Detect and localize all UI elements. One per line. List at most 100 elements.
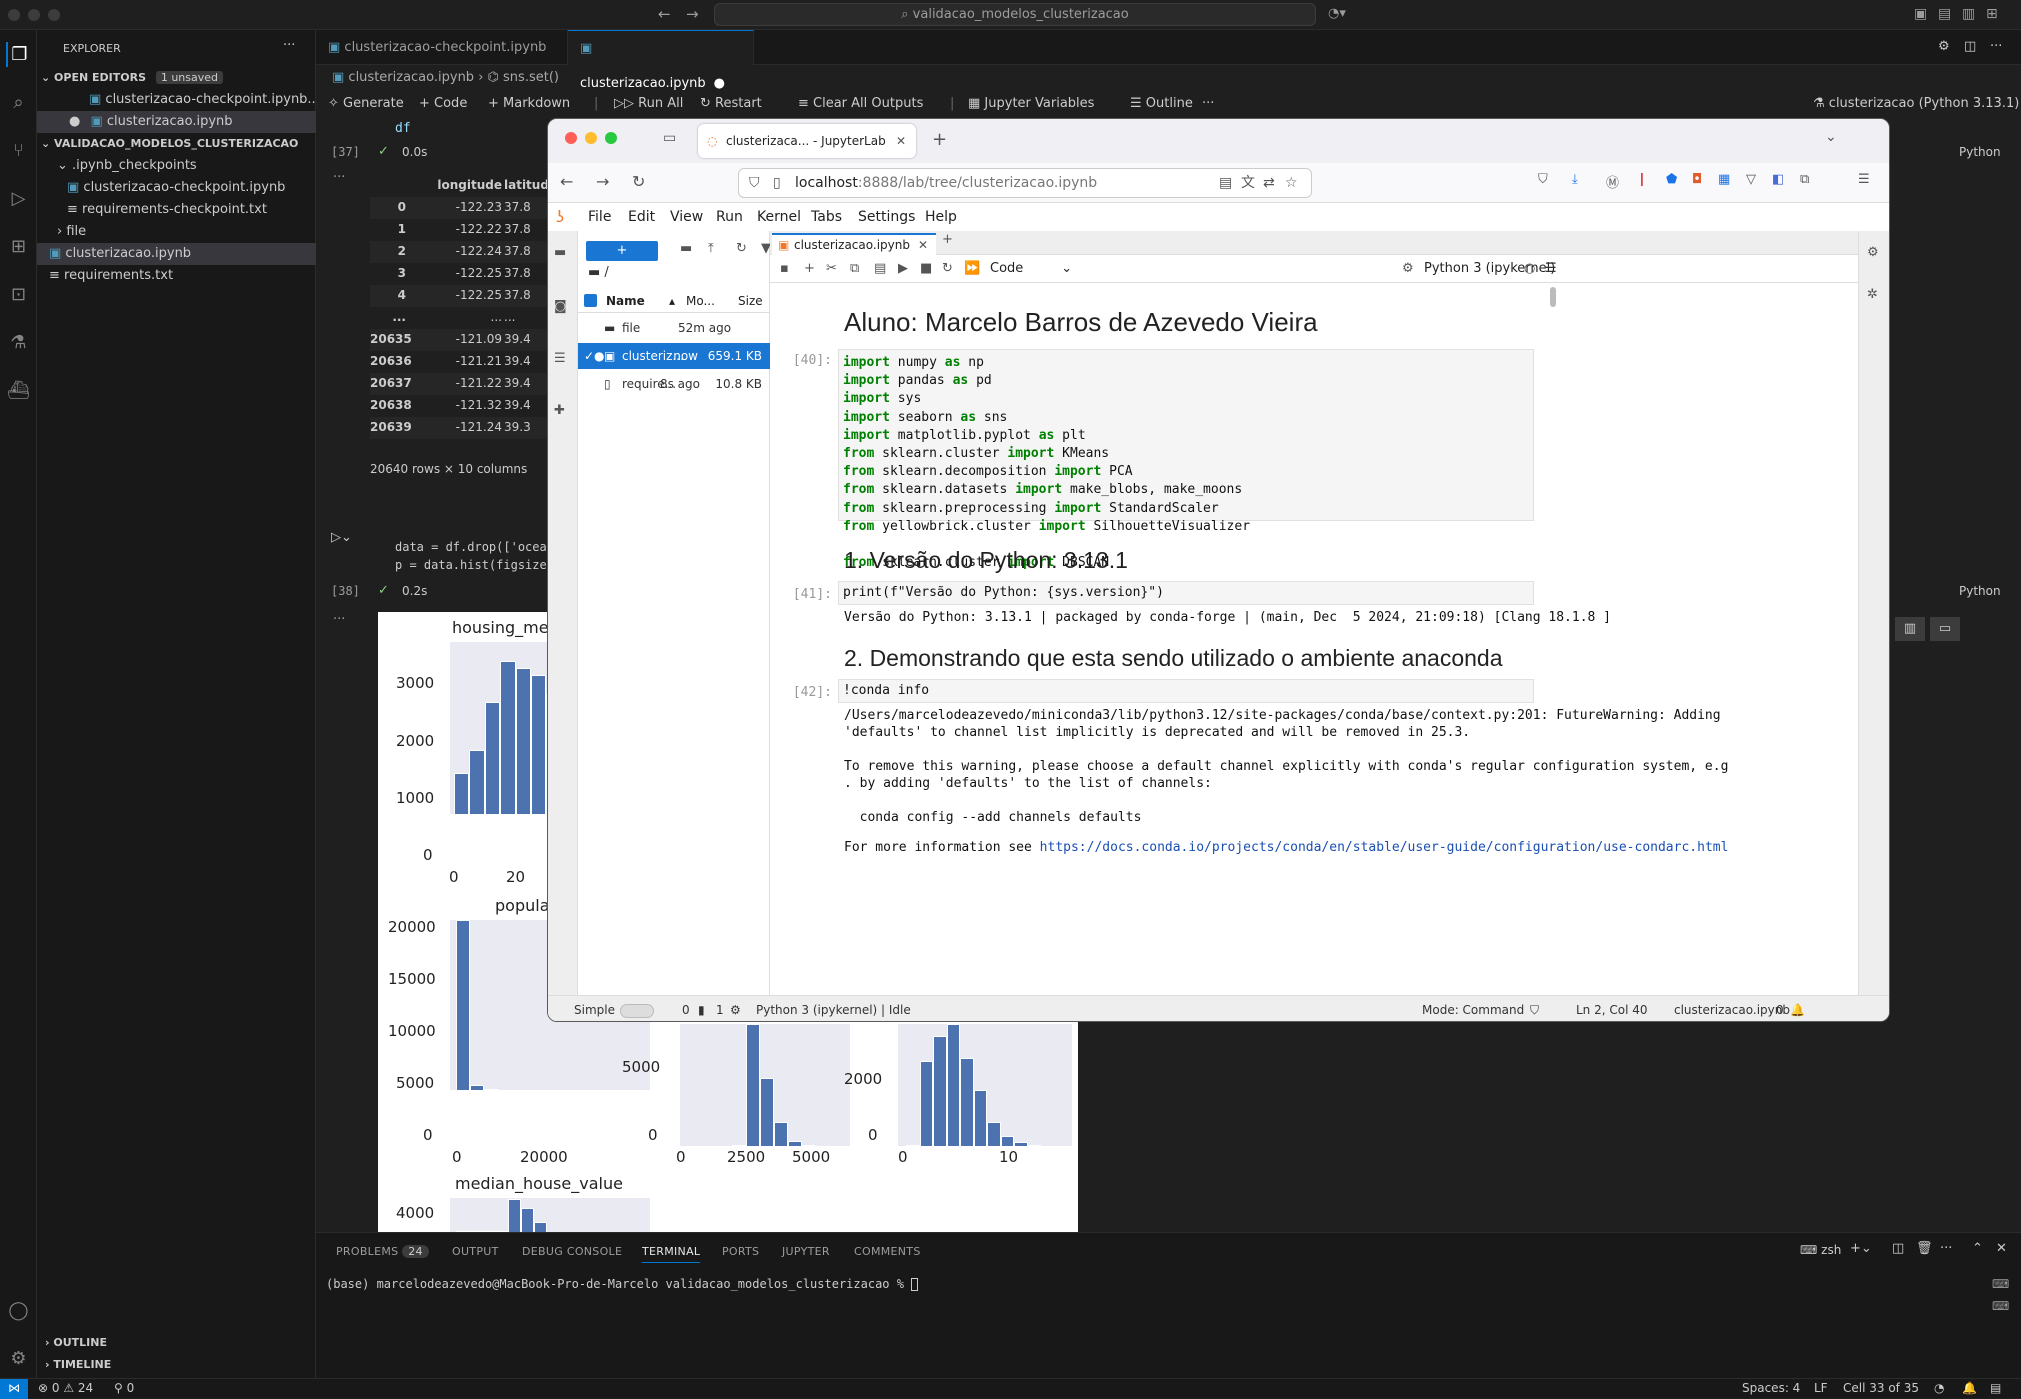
minimize-window-button[interactable] xyxy=(28,9,40,21)
running-icon[interactable]: ◙ xyxy=(554,299,567,314)
new-tab-button[interactable]: + xyxy=(932,129,947,150)
back-arrow-icon[interactable]: ← xyxy=(658,5,671,23)
output-menu-icon[interactable]: ··· xyxy=(333,612,345,627)
trash-icon[interactable]: 🗑 xyxy=(1916,1241,1933,1256)
timeline-section[interactable]: › TIMELINE xyxy=(37,1354,316,1376)
cursor-position[interactable]: Ln 2, Col 40 xyxy=(1576,996,1648,1021)
save-icon[interactable]: ▪ xyxy=(780,255,789,283)
cell41-input[interactable]: print(f"Versão do Python: {sys.version}"… xyxy=(838,581,1534,605)
hamburger-menu-icon[interactable]: ☰ xyxy=(1858,172,1870,187)
forward-arrow-icon[interactable]: → xyxy=(686,5,699,23)
terminal-shell-label[interactable]: ⌨ zsh xyxy=(1800,1243,1841,1257)
gears-icon[interactable]: ⚙ xyxy=(1867,245,1879,260)
cell40-input[interactable]: import numpy as np import pandas as pd imp… xyxy=(838,349,1534,570)
tree-file-selected[interactable]: ▣ clusterizacao.ipynb xyxy=(37,243,316,265)
bug-icon[interactable]: ⚙ xyxy=(1402,255,1414,283)
command-center-search[interactable]: ⌕ validacao_modelos_clusterizacao xyxy=(714,3,1316,26)
restart-icon[interactable]: ↻ xyxy=(942,255,953,283)
more-actions-icon[interactable]: ··· xyxy=(1990,39,2002,54)
extension-shield-icon[interactable]: ⬟ xyxy=(1666,172,1677,187)
breadcrumb-symbol[interactable]: sns.set() xyxy=(503,70,559,85)
split-terminal-icon[interactable]: ◫ xyxy=(1892,1241,1904,1256)
forward-arrow-icon[interactable]: → xyxy=(596,172,609,191)
chart-icon[interactable]: ▥ xyxy=(1895,617,1925,641)
kernel-name[interactable]: Python 3 (ipykernel) xyxy=(1424,255,1555,283)
cell38-line1[interactable]: data = df.drop(['ocea xyxy=(395,540,547,554)
new-launcher-button[interactable]: + xyxy=(586,241,658,261)
zoom-window-button[interactable] xyxy=(48,9,60,21)
folder-icon[interactable]: ▬ xyxy=(554,245,566,260)
fb-col-name[interactable]: Name ▴ xyxy=(606,289,675,313)
notebook-tab[interactable]: ▣ clusterizacao.ipynb ✕ xyxy=(772,233,936,255)
fb-col-modified[interactable]: Mo... xyxy=(686,289,715,313)
minimize-window-button[interactable] xyxy=(585,132,597,144)
translate-icon[interactable]: 文 xyxy=(1241,169,1255,197)
download-icon[interactable]: ⤓ xyxy=(1572,172,1578,187)
tab-terminal[interactable]: TERMINAL xyxy=(642,1245,701,1263)
outline-section[interactable]: › OUTLINE xyxy=(37,1332,316,1354)
cell37-code[interactable]: df xyxy=(395,121,411,136)
more-actions-icon[interactable]: ··· xyxy=(283,38,295,53)
tab-problems[interactable]: PROBLEMS 24 xyxy=(336,1245,429,1258)
open-editor-item[interactable]: ▣ clusterizacao-checkpoint.ipynb... xyxy=(37,89,316,111)
kernel-picker[interactable]: ⚗ clusterizacao (Python 3.13.1) xyxy=(1813,90,2019,118)
cell-status[interactable]: Cell 33 of 35 xyxy=(1843,1379,1919,1398)
cell37-lang[interactable]: Python xyxy=(1959,145,2001,159)
fb-row[interactable]: ▬ file 52m ago xyxy=(578,315,770,341)
breadcrumb-file[interactable]: clusterizacao.ipynb xyxy=(348,70,474,85)
close-tab-icon[interactable]: ✕ xyxy=(918,235,928,255)
tab-debug-console[interactable]: DEBUG CONSOLE xyxy=(522,1245,622,1258)
terminals-count[interactable]: 0 xyxy=(682,996,690,1021)
menu-edit[interactable]: Edit xyxy=(628,203,655,231)
tree-file[interactable]: ▣ clusterizacao-checkpoint.ipynb xyxy=(37,177,316,199)
cut-icon[interactable]: ✂ xyxy=(826,255,837,283)
layout-icon[interactable]: ▤ xyxy=(1990,1379,2001,1398)
extensions-icon[interactable]: ⊞ xyxy=(6,234,31,259)
account-icon[interactable]: ◯ xyxy=(6,1298,31,1323)
cell38-lang[interactable]: Python xyxy=(1959,584,2001,598)
testing-icon[interactable]: ⚗ xyxy=(6,330,31,355)
notification-count[interactable]: 0 xyxy=(1776,996,1784,1021)
extensions-icon[interactable]: ⧉ xyxy=(1800,172,1809,187)
kernels-count[interactable]: 1 xyxy=(716,996,724,1021)
extension-m-icon[interactable]: Ⓜ xyxy=(1606,172,1619,191)
open-editor-item-active[interactable]: ● ▣ clusterizacao.ipynb xyxy=(37,111,316,133)
terminal-icon[interactable]: ⌨ xyxy=(1992,1299,2009,1313)
new-folder-icon[interactable]: ▬ xyxy=(680,241,692,256)
copy-icon[interactable]: ⧉ xyxy=(850,255,859,283)
toc-icon[interactable]: ☰ xyxy=(554,351,566,366)
menu-view[interactable]: View xyxy=(670,203,703,231)
restart-button[interactable]: ↻ Restart xyxy=(700,90,762,118)
clear-all-outputs-button[interactable]: ≡ Clear All Outputs xyxy=(798,90,923,118)
tree-file[interactable]: ≡ requirements.txt xyxy=(37,265,316,287)
workspace-folder-section[interactable]: ⌄ VALIDACAO_MODELOS_CLUSTERIZACAO xyxy=(37,133,316,155)
tree-folder[interactable]: › file xyxy=(37,221,316,243)
copilot-icon[interactable]: ◔▾ xyxy=(1328,6,1346,21)
add-markdown-button[interactable]: + Markdown xyxy=(488,90,570,118)
browser-tab-jupyterlab[interactable]: ◌ clusterizaca... - JupyterLab ✕ xyxy=(698,124,916,158)
jupyter-variables-button[interactable]: ▦ Jupyter Variables xyxy=(968,90,1094,118)
extension-box-icon[interactable]: ◘ xyxy=(1692,172,1702,187)
extension-grid-icon[interactable]: ▦ xyxy=(1718,172,1730,187)
run-all-button[interactable]: ▷▷ Run All xyxy=(614,90,683,118)
debugger-icon[interactable]: ✲ xyxy=(1867,287,1878,302)
tab-jupyter[interactable]: JUPYTER xyxy=(782,1245,830,1258)
close-window-button[interactable] xyxy=(8,9,20,21)
tree-file[interactable]: ≡ requirements-checkpoint.txt xyxy=(37,199,316,221)
terminal-icon[interactable]: ⌨ xyxy=(1992,1277,2009,1291)
bell-icon[interactable]: 🔔 xyxy=(1962,1379,1977,1398)
maximize-panel-icon[interactable]: ⌃ xyxy=(1972,1241,1983,1256)
bell-icon[interactable]: 🔔 xyxy=(1790,996,1805,1021)
fb-breadcrumb[interactable]: ▬ / xyxy=(588,265,609,280)
close-window-button[interactable] xyxy=(565,132,577,144)
more-actions-icon[interactable]: ··· xyxy=(1940,1241,1952,1256)
tab-clusterizacao[interactable]: ▣ clusterizacao.ipynb ● xyxy=(568,30,754,91)
tab-output[interactable]: OUTPUT xyxy=(452,1245,499,1258)
output-menu-icon[interactable]: ··· xyxy=(333,170,345,185)
tree-folder[interactable]: ⌄ .ipynb_checkpoints xyxy=(37,155,316,177)
close-panel-icon[interactable]: ✕ xyxy=(1996,1241,2007,1256)
split-editor-icon[interactable]: ◫ xyxy=(1964,39,1976,54)
menu-help[interactable]: Help xyxy=(925,203,957,231)
explorer-icon[interactable]: ❐ xyxy=(6,42,31,67)
new-terminal-button[interactable]: +⌄ xyxy=(1850,1241,1872,1256)
